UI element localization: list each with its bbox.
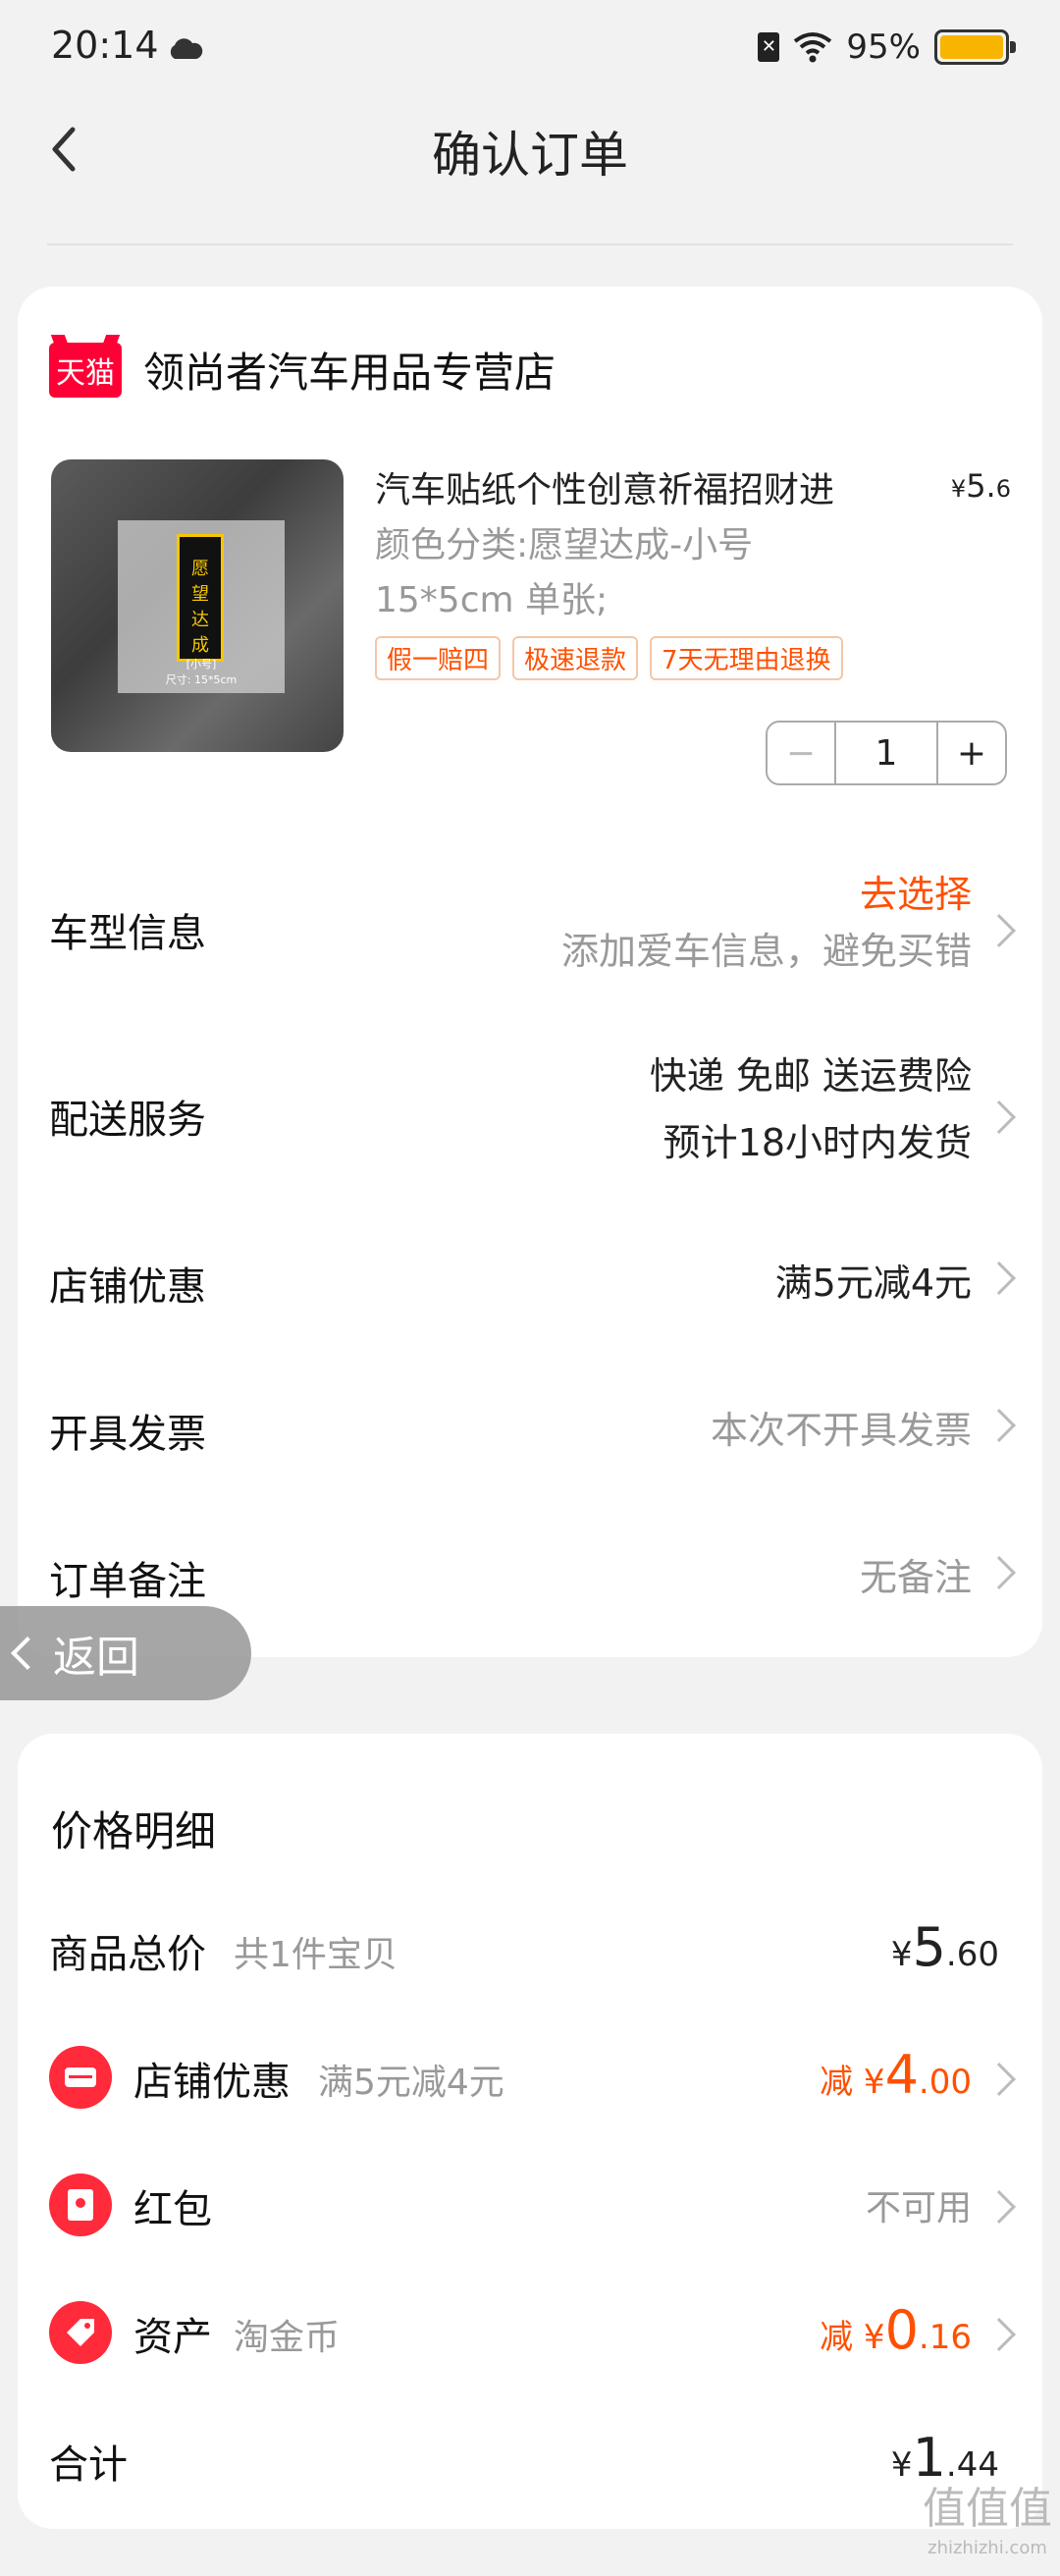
chevron-right-icon — [982, 914, 1016, 947]
delivery-row[interactable]: 配送服务 快递 免邮 送运费险 预计18小时内发货 — [49, 1043, 1016, 1190]
shop-discount-label: 店铺优惠 — [49, 1264, 206, 1310]
increase-button[interactable]: + — [936, 723, 1005, 783]
wifi-icon — [794, 32, 832, 63]
invoice-row[interactable]: 开具发票 本次不开具发票 — [49, 1392, 1016, 1461]
order-card: 天猫 领尚者汽车用品专营店 愿望达成 [小号] 尺寸: 15*5cm 汽车贴纸个… — [18, 287, 1042, 1657]
product-spec[interactable]: 颜色分类:愿望达成-小号 15*5cm 单张; — [375, 518, 866, 628]
sticker-label: 愿望达成 — [177, 534, 224, 662]
price-shop-discount-amount: 减 ¥4.00 — [820, 2044, 972, 2106]
status-right: ✕ 95% — [758, 27, 1016, 67]
battery-icon — [934, 29, 1016, 65]
product-image[interactable]: 愿望达成 [小号] 尺寸: 15*5cm — [51, 459, 344, 752]
red-packet-row[interactable]: 红包 不可用 — [49, 2172, 1016, 2240]
car-info-label: 车型信息 — [49, 911, 206, 956]
tmall-logo: 天猫 — [49, 342, 122, 398]
chevron-right-icon — [982, 1261, 1016, 1295]
quantity-stepper: − 1 + — [766, 721, 1007, 785]
shop-discount-row[interactable]: 店铺优惠 满5元减4元 — [49, 1245, 1016, 1314]
service-tag: 假一赔四 — [375, 636, 502, 680]
car-info-row[interactable]: 车型信息 去选择 添加爱车信息，避免买错 — [49, 872, 1016, 980]
shop-discount-value: 满5元减4元 — [774, 1261, 972, 1305]
chevron-right-icon — [982, 2190, 1016, 2224]
shop-header[interactable]: 天猫 领尚者汽车用品专营店 — [49, 340, 556, 400]
goods-total-row: 商品总价 共1件宝贝 ¥5.60 — [49, 1916, 1011, 1985]
sticker-graphic: 愿望达成 [小号] 尺寸: 15*5cm — [118, 520, 285, 693]
service-tag: 7天无理由退换 — [650, 636, 843, 680]
assets-row[interactable]: 资产 淘金币 减 ¥0.16 — [49, 2299, 1016, 2368]
decrease-button[interactable]: − — [768, 723, 836, 783]
assets-sub: 淘金币 — [234, 2318, 341, 2358]
chevron-right-icon — [982, 1556, 1016, 1589]
goods-total-label: 商品总价 — [49, 1932, 206, 1977]
tag-icon — [49, 2301, 112, 2364]
chevron-left-icon — [11, 1637, 44, 1670]
shop-coupon-icon — [49, 2046, 112, 2109]
note-label: 订单备注 — [49, 1559, 206, 1604]
sticker-caption: [小号] 尺寸: 15*5cm — [165, 658, 238, 686]
weather-cloud-icon — [170, 38, 203, 59]
price-shop-discount-row[interactable]: 店铺优惠 满5元减4元 减 ¥4.00 — [49, 2044, 1016, 2113]
status-bar: 20:14 ✕ 95% — [0, 0, 1060, 98]
chevron-right-icon — [982, 1409, 1016, 1442]
chevron-right-icon — [982, 2063, 1016, 2096]
nav-divider — [47, 243, 1013, 245]
watermark: 值值值 zhizhizhi.com — [923, 2484, 1052, 2559]
product-title[interactable]: 汽车贴纸个性创意祈福招财进 — [375, 461, 834, 512]
red-packet-label: 红包 — [133, 2187, 212, 2232]
invoice-value: 本次不开具发票 — [710, 1409, 972, 1452]
car-info-action[interactable]: 去选择 添加爱车信息，避免买错 — [561, 872, 972, 986]
invoice-label: 开具发票 — [49, 1412, 206, 1457]
service-tag: 极速退款 — [512, 636, 639, 680]
total-label: 合计 — [49, 2442, 128, 2488]
quantity-value[interactable]: 1 — [836, 723, 936, 783]
service-tags: 假一赔四 极速退款 7天无理由退换 — [375, 636, 843, 680]
note-row[interactable]: 订单备注 无备注 — [49, 1539, 1016, 1608]
chevron-right-icon — [982, 1100, 1016, 1134]
delivery-label: 配送服务 — [49, 1098, 206, 1143]
page-title: 确认订单 — [432, 127, 628, 184]
price-shop-discount-rule: 满5元减4元 — [318, 2063, 504, 2103]
total-amount: ¥1.44 — [890, 2427, 999, 2489]
product-price: ¥5.6 — [950, 467, 1011, 505]
note-value: 无备注 — [859, 1556, 972, 1599]
delivery-info: 快递 免邮 送运费险 预计18小时内发货 — [650, 1043, 972, 1176]
car-select-link[interactable]: 去选择 — [561, 872, 972, 917]
delivery-line2: 预计18小时内发货 — [662, 1121, 972, 1164]
goods-total-amount: ¥5.60 — [890, 1916, 999, 1978]
floating-back-label: 返回 — [53, 1633, 139, 1683]
price-detail-title: 价格明细 — [51, 1807, 217, 1855]
nav-bar: 确认订单 — [0, 98, 1060, 245]
floating-back-button[interactable]: 返回 — [0, 1606, 251, 1700]
delivery-line1: 快递 免邮 送运费险 — [649, 1054, 972, 1098]
red-packet-icon — [49, 2174, 112, 2236]
status-time: 20:14 — [51, 24, 159, 67]
battery-percent: 95% — [846, 27, 921, 67]
assets-label: 资产 — [133, 2315, 212, 2360]
car-info-hint: 添加爱车信息，避免买错 — [560, 930, 972, 973]
chevron-right-icon — [982, 2318, 1016, 2351]
no-sim-icon: ✕ — [758, 32, 780, 62]
goods-total-count: 共1件宝贝 — [234, 1935, 398, 1975]
price-detail-card: 价格明细 商品总价 共1件宝贝 ¥5.60 店铺优惠 满5元减4元 减 ¥4.0… — [18, 1734, 1042, 2529]
price-shop-discount-label: 店铺优惠 — [133, 2060, 291, 2105]
red-packet-value: 不可用 — [865, 2188, 972, 2228]
total-row: 合计 ¥1.44 — [49, 2427, 1011, 2496]
assets-amount: 减 ¥0.16 — [820, 2299, 972, 2361]
shop-name[interactable]: 领尚者汽车用品专营店 — [143, 340, 556, 400]
